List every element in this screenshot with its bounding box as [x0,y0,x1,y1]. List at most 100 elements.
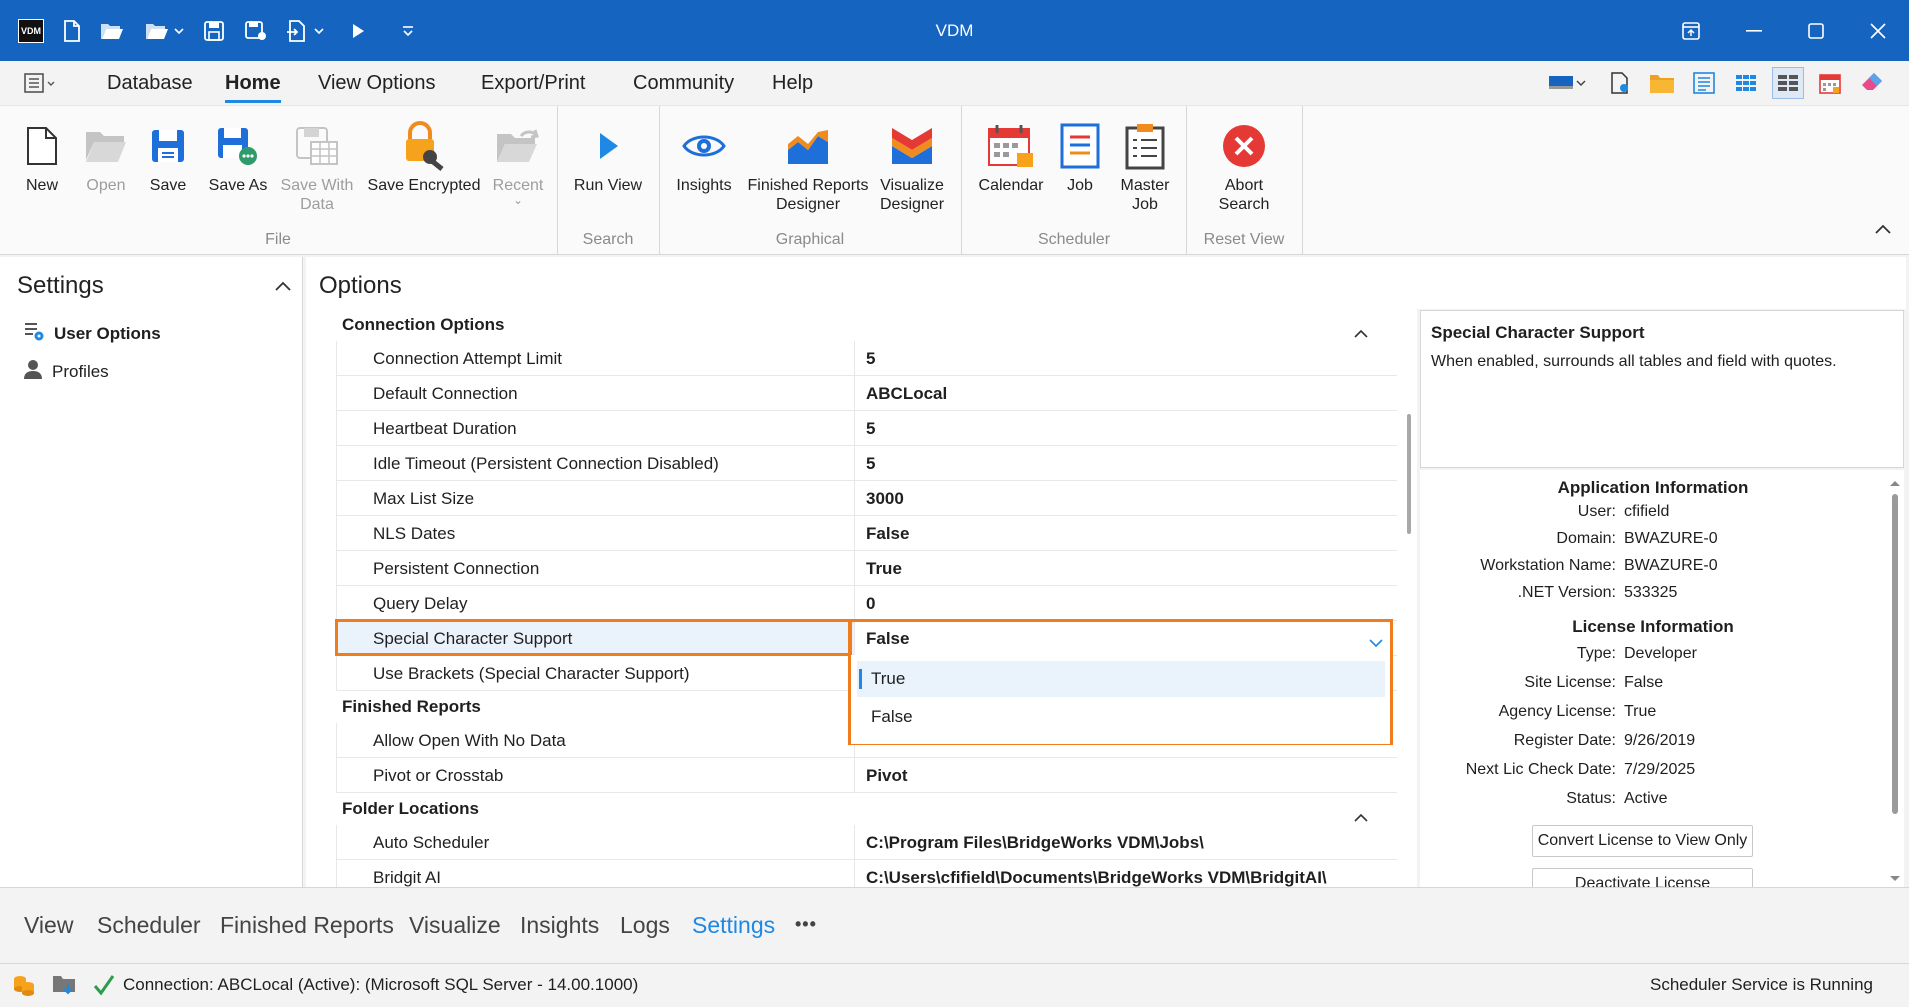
menu-tab-view-options[interactable]: View Options [318,61,435,105]
collapse-ribbon-icon[interactable] [1874,222,1892,240]
option-value[interactable]: C:\Users\cfifield\Documents\BridgeWorks … [856,860,1396,887]
bottom-tab-finished-reports[interactable]: Finished Reports [220,912,394,939]
menu-tab-help[interactable]: Help [772,61,813,105]
folder-download-icon[interactable] [52,973,76,1002]
section-connection-options[interactable]: Connection Options [306,309,1401,341]
option-row[interactable]: Connection Attempt Limit 5 [336,341,1397,376]
restore-layout-icon[interactable] [1661,0,1721,61]
scroll-up-icon[interactable] [1889,474,1901,492]
open-recent-dropdown-icon[interactable] [140,0,190,61]
bottom-tab-logs[interactable]: Logs [620,912,670,939]
calendar-button[interactable]: Calendar [976,116,1046,195]
bottom-tab-view[interactable]: View [24,912,73,939]
insights-button[interactable]: Insights [672,116,736,195]
option-value[interactable]: C:\Program Files\BridgeWorks VDM\Jobs\ [856,825,1396,860]
bottom-tab-visualize[interactable]: Visualize [409,912,501,939]
save-as-button[interactable]: Save As [206,116,270,195]
open-button[interactable]: Open [80,116,132,195]
description-text: When enabled, surrounds all tables and f… [1431,353,1837,370]
section-folder-locations[interactable]: Folder Locations [306,793,1401,825]
finished-reports-designer-button[interactable]: Finished Reports Designer [746,116,870,214]
bottom-tab-insights[interactable]: Insights [520,912,599,939]
list-view-icon[interactable] [1688,67,1720,99]
option-key: Pivot or Crosstab [336,758,855,793]
eraser-icon[interactable] [1856,67,1888,99]
run-icon[interactable] [340,0,376,61]
save-as-icon[interactable] [238,0,274,61]
recent-button[interactable]: Recent ⌄ [490,116,546,206]
nav-user-options[interactable]: User Options [24,321,161,346]
grid-scrollbar[interactable] [1401,309,1417,887]
connection-status-text: Connection: ABCLocal (Active): (Microsof… [123,975,639,994]
save-with-data-button[interactable]: Save With Data [278,116,356,214]
group-label-reset-view: Reset View [1203,231,1285,248]
section-title: Folder Locations [342,799,479,818]
scroll-down-icon[interactable] [1889,870,1901,888]
option-row[interactable]: NLS Dates False [336,516,1397,551]
option-value[interactable]: 5 [856,411,1396,446]
more-tabs-icon[interactable]: ••• [795,914,817,935]
save-icon[interactable] [196,0,232,61]
customize-toolbar-icon[interactable] [390,0,426,61]
menu-tab-export-print[interactable]: Export/Print [481,61,585,105]
calendar-view-icon[interactable] [1814,67,1846,99]
save-button[interactable]: Save [144,116,192,195]
grid-scrollbar-thumb[interactable] [1407,414,1411,534]
info-scrollbar[interactable] [1886,470,1904,887]
option-row[interactable]: Query Delay 0 [336,586,1397,621]
option-row[interactable]: Pivot or Crosstab Pivot [336,758,1397,793]
app-menu-icon[interactable] [24,71,58,100]
option-value[interactable]: 0 [856,586,1396,621]
option-value[interactable]: ABCLocal [856,376,1396,411]
export-dropdown-icon[interactable] [284,0,330,61]
master-job-button[interactable]: Master Job [1114,116,1176,214]
minimize-icon[interactable] [1724,0,1784,61]
theme-dropdown-icon[interactable] [1545,67,1589,99]
option-row[interactable]: Bridgit AI C:\Users\cfifield\Documents\Br… [336,860,1397,887]
grid-view-icon[interactable] [1730,67,1762,99]
job-document-icon [1056,116,1104,176]
menu-tab-community[interactable]: Community [633,61,734,105]
convert-license-button[interactable]: Convert License to View Only [1532,825,1753,857]
option-value[interactable]: Pivot [856,758,1396,793]
option-row[interactable]: Idle Timeout (Persistent Connection Disa… [336,446,1397,481]
new-button[interactable]: New [18,116,66,195]
deactivate-license-button[interactable]: Deactivate License [1532,868,1753,887]
menu-tab-home[interactable]: Home [225,61,281,105]
collapse-settings-icon[interactable] [274,279,292,297]
option-row[interactable]: Heartbeat Duration 5 [336,411,1397,446]
dropdown-option-true[interactable]: True [857,661,1385,697]
visualize-icon [878,116,946,176]
play-icon [570,116,646,176]
option-row[interactable]: Default Connection ABCLocal [336,376,1397,411]
abort-search-button[interactable]: Abort Search [1206,116,1282,214]
option-value[interactable]: False [856,516,1396,551]
open-folder-icon[interactable] [94,0,130,61]
option-value[interactable]: 3000 [856,481,1396,516]
save-encrypted-button[interactable]: Save Encrypted [364,116,484,195]
menu-tab-database[interactable]: Database [107,61,193,105]
folder-icon[interactable] [1646,67,1678,99]
nav-label: Profiles [52,361,109,381]
option-key: Max List Size [336,481,855,516]
new-file-icon[interactable] [54,0,90,61]
info-scrollbar-thumb[interactable] [1892,494,1898,814]
job-button[interactable]: Job [1056,116,1104,195]
option-value[interactable]: 5 [856,341,1396,376]
group-label-scheduler: Scheduler [1037,231,1111,248]
option-row[interactable]: Max List Size 3000 [336,481,1397,516]
bottom-tab-settings[interactable]: Settings [692,912,775,939]
close-icon[interactable] [1848,0,1908,61]
dropdown-option-false[interactable]: False [857,699,1385,735]
tile-view-icon[interactable] [1772,67,1804,99]
run-view-button[interactable]: Run View [570,116,646,195]
page-settings-icon[interactable] [1604,67,1636,99]
nav-profiles[interactable]: Profiles [24,359,109,384]
option-value[interactable]: True [856,551,1396,586]
maximize-icon[interactable] [1786,0,1846,61]
option-value[interactable]: 5 [856,446,1396,481]
bottom-tab-scheduler[interactable]: Scheduler [97,912,201,939]
option-row[interactable]: Auto Scheduler C:\Program Files\BridgeWor… [336,825,1397,860]
visualize-designer-button[interactable]: Visualize Designer [878,116,946,214]
option-row[interactable]: Persistent Connection True [336,551,1397,586]
